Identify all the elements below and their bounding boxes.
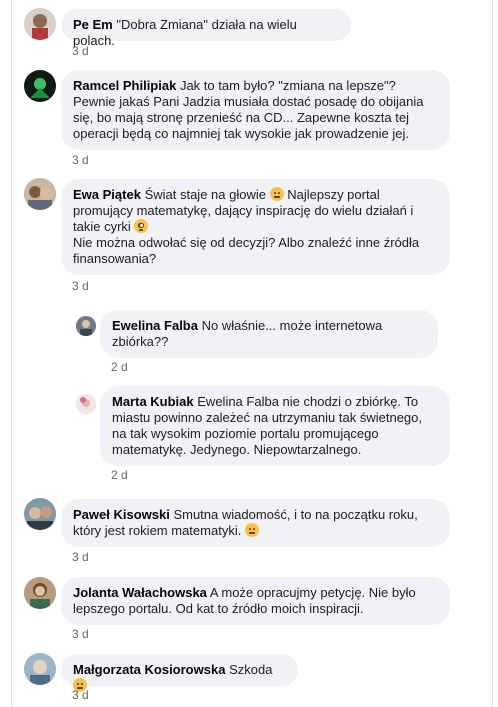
avatar[interactable] bbox=[24, 498, 56, 530]
comment-text-line: promujący matematykę, dający inspirację … bbox=[73, 203, 414, 218]
avatar[interactable] bbox=[24, 577, 56, 609]
avatar[interactable] bbox=[24, 178, 56, 210]
comment-text-line: się, bo mają stronę przenieść na CD... Z… bbox=[73, 110, 409, 125]
comment-text-line: takie cyrki bbox=[73, 219, 131, 234]
comment-bubble: Jolanta Wałachowska A może opracujmy pet… bbox=[61, 577, 450, 625]
comment-author[interactable]: Ewa Piątek bbox=[73, 187, 141, 202]
comment-text: Szkoda bbox=[229, 662, 273, 677]
comment-text-line: Najlepszy portal bbox=[287, 187, 380, 202]
comment-timestamp[interactable]: 3 d bbox=[72, 44, 89, 58]
comment-bubble: Ewa Piątek Świat staje na głowie Najleps… bbox=[61, 179, 450, 275]
comment-timestamp[interactable]: 3 d bbox=[72, 688, 89, 702]
confused-emoji-icon bbox=[269, 187, 284, 201]
comment-text-line: który jest rokiem matematyki. bbox=[73, 523, 242, 538]
flushed-emoji-icon bbox=[134, 219, 149, 233]
avatar[interactable] bbox=[24, 70, 56, 102]
comment-timestamp[interactable]: 3 d bbox=[72, 550, 89, 564]
reply-bubble: Ewelina Falba No właśnie... może interne… bbox=[100, 310, 438, 358]
comment-text-line: Jak to tam było? "zmiana na lepsze"? bbox=[179, 78, 396, 93]
comment-text-line: Smutna wiadomość, i to na początku roku, bbox=[173, 507, 418, 522]
comment-timestamp[interactable]: 2 d bbox=[111, 468, 128, 482]
comment-text-line: A może opracujmy petycję. Nie było bbox=[209, 585, 416, 600]
avatar[interactable] bbox=[24, 653, 56, 685]
comment-text-line: miastu powinno zależeć na utrzymaniu tak… bbox=[112, 410, 422, 425]
comment-text-line: operacji będą co najmniej tak wysokie ja… bbox=[73, 126, 410, 141]
comment-author[interactable]: Jolanta Wałachowska bbox=[73, 585, 207, 600]
comment-text-line: Świat staje na głowie bbox=[144, 187, 266, 202]
comment-text-line: zbiórka?? bbox=[112, 334, 169, 349]
comment-bubble: Paweł Kisowski Smutna wiadomość, i to na… bbox=[61, 499, 450, 547]
thread-border-left bbox=[11, 0, 12, 707]
comment-author[interactable]: Ewelina Falba bbox=[112, 318, 198, 333]
sad-emoji-icon bbox=[244, 523, 259, 537]
thread-border-right bbox=[492, 0, 493, 707]
comment-text-line: na tak wysokim poziomie portalu promując… bbox=[112, 426, 379, 441]
avatar[interactable] bbox=[24, 8, 56, 40]
comment-author[interactable]: Paweł Kisowski bbox=[73, 507, 170, 522]
comment-text-line: No właśnie... może internetowa bbox=[201, 318, 383, 333]
comment-timestamp[interactable]: 3 d bbox=[72, 153, 89, 167]
comment-author[interactable]: Marta Kubiak bbox=[112, 394, 194, 409]
comment-text-line: matematykę. Jedynego. Niepowtarzalnego. bbox=[112, 442, 362, 457]
comment-timestamp[interactable]: 3 d bbox=[72, 627, 89, 641]
avatar[interactable] bbox=[76, 394, 96, 414]
comment-bubble: Pe Em "Dobra Zmiana" działa na wielu pol… bbox=[61, 9, 351, 48]
comment-timestamp[interactable]: 3 d bbox=[72, 279, 89, 293]
comment-bubble: Ramcel Philipiak Jak to tam było? "zmian… bbox=[61, 70, 450, 150]
avatar[interactable] bbox=[76, 316, 96, 336]
comment-author[interactable]: Pe Em bbox=[73, 17, 113, 32]
comment-text-line: Pewnie jakaś Pani Jadzia musiała dostać … bbox=[73, 94, 424, 109]
comment-timestamp[interactable]: 2 d bbox=[111, 360, 128, 374]
comment-text-line: lepszego portalu. Od kat to źródło moich… bbox=[73, 601, 364, 616]
comment-text-line: Ewelina Falba nie chodzi o zbiórkę. To bbox=[197, 394, 419, 409]
comment-text-line: finansowania? bbox=[73, 251, 157, 266]
reply-bubble: Marta Kubiak Ewelina Falba nie chodzi o … bbox=[100, 386, 450, 466]
comment-bubble: Małgorzata Kosiorowska Szkoda bbox=[61, 654, 298, 692]
comment-author[interactable]: Małgorzata Kosiorowska bbox=[73, 662, 225, 677]
comment-text-line: Nie można odwołać się od decyzji? Albo z… bbox=[73, 235, 420, 250]
comment-author[interactable]: Ramcel Philipiak bbox=[73, 78, 176, 93]
